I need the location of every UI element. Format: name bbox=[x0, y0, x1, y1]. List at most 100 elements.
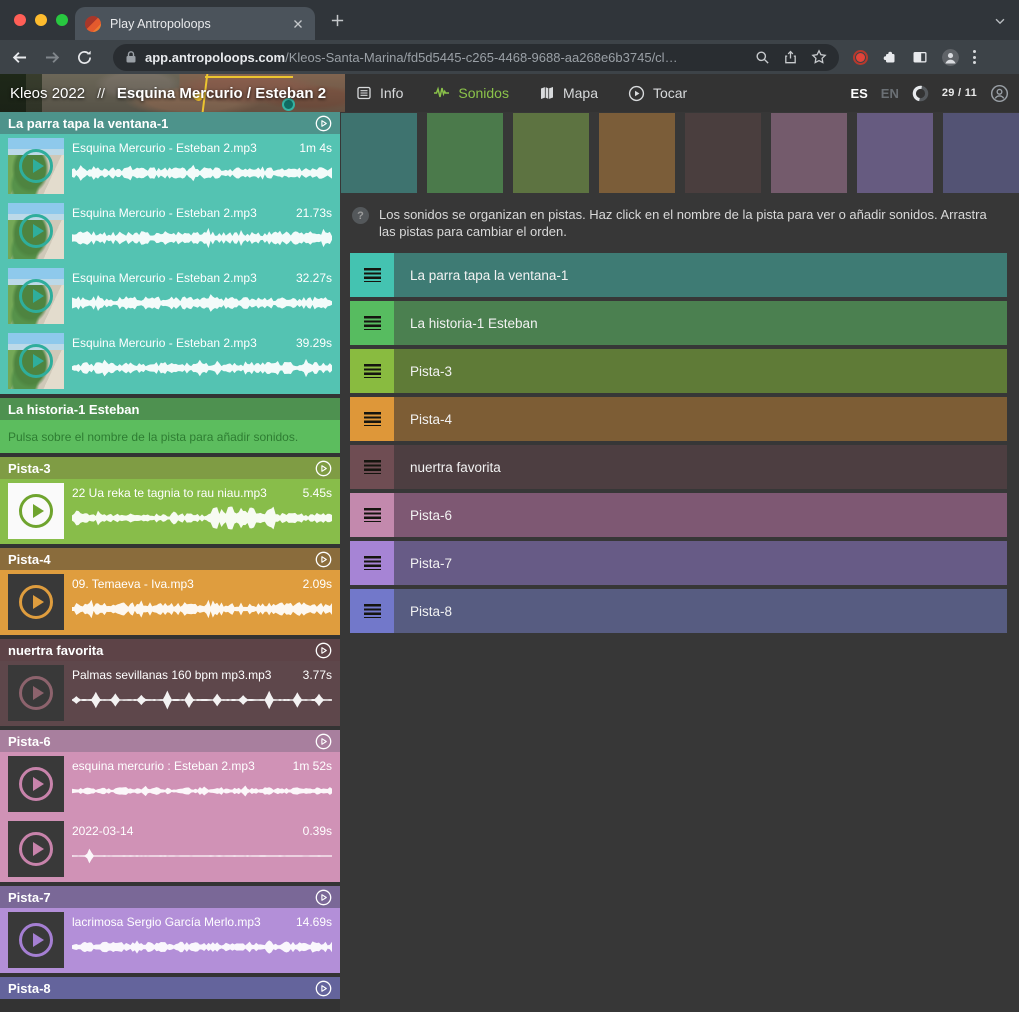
sound-clip[interactable]: 09. Temaeva - Iva.mp32.09s bbox=[0, 570, 340, 635]
drag-handle[interactable] bbox=[350, 493, 394, 537]
browser-menu-icon[interactable] bbox=[973, 50, 976, 64]
track-row-bar[interactable]: Pista-6 bbox=[394, 493, 1007, 537]
track-row-bar[interactable]: La parra tapa la ventana-1 bbox=[394, 253, 1007, 297]
track-row[interactable]: Pista-8 bbox=[350, 589, 1007, 633]
track-row-bar[interactable]: nuertra favorita bbox=[394, 445, 1007, 489]
sidebar-track-header[interactable]: Pista-8 bbox=[0, 977, 340, 999]
clip-play-icon[interactable] bbox=[19, 923, 53, 957]
track-play-button[interactable] bbox=[315, 889, 332, 906]
clip-play-icon[interactable] bbox=[19, 344, 53, 378]
clip-play-icon[interactable] bbox=[19, 149, 53, 183]
drag-handle[interactable] bbox=[350, 349, 394, 393]
language-en[interactable]: EN bbox=[881, 86, 899, 101]
drag-handle[interactable] bbox=[350, 253, 394, 297]
drag-handle[interactable] bbox=[350, 397, 394, 441]
breadcrumb-project[interactable]: Kleos 2022 bbox=[10, 85, 85, 102]
clip-thumbnail[interactable] bbox=[8, 333, 64, 389]
track-row[interactable]: Pista-6 bbox=[350, 493, 1007, 537]
sound-clip[interactable]: Palmas sevillanas 160 bpm mp3.mp33.77s bbox=[0, 661, 340, 726]
clip-thumbnail[interactable] bbox=[8, 138, 64, 194]
profile-avatar[interactable] bbox=[942, 49, 959, 66]
new-tab-button[interactable] bbox=[330, 13, 345, 28]
drag-handle[interactable] bbox=[350, 301, 394, 345]
back-button[interactable] bbox=[10, 48, 29, 67]
sound-clip[interactable]: lacrimosa Sergio García Merlo.mp314.69s bbox=[0, 908, 340, 973]
sidebar-track-header[interactable]: nuertra favorita bbox=[0, 639, 340, 661]
reload-button[interactable] bbox=[76, 49, 93, 66]
drag-handle[interactable] bbox=[350, 445, 394, 489]
clip-thumbnail[interactable] bbox=[8, 483, 64, 539]
side-panel-icon[interactable] bbox=[912, 49, 928, 65]
minimize-window-button[interactable] bbox=[35, 14, 47, 26]
bookmark-star-icon[interactable] bbox=[811, 49, 827, 65]
share-icon[interactable] bbox=[783, 50, 798, 65]
url-text: app.antropoloops.com/Kleos-Santa-Marina/… bbox=[145, 50, 747, 65]
zoom-icon[interactable] bbox=[755, 50, 770, 65]
clip-play-icon[interactable] bbox=[19, 676, 53, 710]
track-row-bar[interactable]: Pista-7 bbox=[394, 541, 1007, 585]
drag-handle[interactable] bbox=[350, 589, 394, 633]
close-window-button[interactable] bbox=[14, 14, 26, 26]
sidebar-track-header[interactable]: La parra tapa la ventana-1 bbox=[0, 112, 340, 134]
sound-clip[interactable]: Esquina Mercurio - Esteban 2.mp31m 4s bbox=[0, 134, 340, 199]
sidebar-track-header[interactable]: La historia-1 Esteban bbox=[0, 398, 340, 420]
track-row[interactable]: La historia-1 Esteban bbox=[350, 301, 1007, 345]
clip-play-icon[interactable] bbox=[19, 767, 53, 801]
track-row-bar[interactable]: Pista-8 bbox=[394, 589, 1007, 633]
clip-thumbnail[interactable] bbox=[8, 203, 64, 259]
sidebar-track-header[interactable]: Pista-4 bbox=[0, 548, 340, 570]
clip-thumbnail[interactable] bbox=[8, 574, 64, 630]
forward-button[interactable] bbox=[43, 48, 62, 67]
play-triangle-icon bbox=[33, 686, 44, 700]
sidebar-track-header[interactable]: Pista-7 bbox=[0, 886, 340, 908]
sound-clip[interactable]: Esquina Mercurio - Esteban 2.mp339.29s bbox=[0, 329, 340, 394]
clip-thumbnail[interactable] bbox=[8, 665, 64, 721]
browser-tab[interactable]: Play Antropoloops bbox=[75, 7, 315, 40]
lock-icon[interactable] bbox=[125, 50, 137, 64]
sound-clip[interactable]: esquina mercurio : Esteban 2.mp31m 52s bbox=[0, 752, 340, 817]
track-play-button[interactable] bbox=[315, 551, 332, 568]
clip-thumbnail[interactable] bbox=[8, 756, 64, 812]
track-row[interactable]: Pista-7 bbox=[350, 541, 1007, 585]
clip-thumbnail[interactable] bbox=[8, 268, 64, 324]
track-row-bar[interactable]: Pista-4 bbox=[394, 397, 1007, 441]
clip-thumbnail[interactable] bbox=[8, 912, 64, 968]
nav-tab-tocar[interactable]: Tocar bbox=[628, 85, 687, 102]
track-play-button[interactable] bbox=[315, 115, 332, 132]
track-row[interactable]: nuertra favorita bbox=[350, 445, 1007, 489]
address-bar[interactable]: app.antropoloops.com/Kleos-Santa-Marina/… bbox=[113, 44, 839, 71]
clip-play-icon[interactable] bbox=[19, 832, 53, 866]
recording-indicator-icon[interactable] bbox=[853, 50, 868, 65]
nav-tab-mapa[interactable]: Mapa bbox=[539, 85, 598, 101]
track-play-button[interactable] bbox=[315, 733, 332, 750]
sound-clip[interactable]: Esquina Mercurio - Esteban 2.mp321.73s bbox=[0, 199, 340, 264]
track-play-button[interactable] bbox=[315, 460, 332, 477]
nav-tab-info[interactable]: Info bbox=[356, 85, 403, 101]
macos-window-controls bbox=[14, 14, 68, 26]
clip-thumbnail[interactable] bbox=[8, 821, 64, 877]
track-row[interactable]: La parra tapa la ventana-1 bbox=[350, 253, 1007, 297]
clip-play-icon[interactable] bbox=[19, 214, 53, 248]
fullscreen-window-button[interactable] bbox=[56, 14, 68, 26]
track-row[interactable]: Pista-4 bbox=[350, 397, 1007, 441]
tab-close-icon[interactable] bbox=[291, 17, 305, 31]
language-es[interactable]: ES bbox=[850, 86, 867, 101]
sidebar-track-header[interactable]: Pista-6 bbox=[0, 730, 340, 752]
drag-handle[interactable] bbox=[350, 541, 394, 585]
clip-play-icon[interactable] bbox=[19, 494, 53, 528]
clip-play-icon[interactable] bbox=[19, 279, 53, 313]
sound-clip[interactable]: 22 Ua reka te tagnia to rau niau.mp35.45… bbox=[0, 479, 340, 544]
sidebar-track-header[interactable]: Pista-3 bbox=[0, 457, 340, 479]
account-icon[interactable] bbox=[990, 84, 1009, 103]
track-play-button[interactable] bbox=[315, 980, 332, 997]
track-row-bar[interactable]: Pista-3 bbox=[394, 349, 1007, 393]
nav-tab-sonidos[interactable]: Sonidos bbox=[433, 85, 509, 101]
track-play-button[interactable] bbox=[315, 642, 332, 659]
tab-search-chevron-icon[interactable] bbox=[993, 14, 1007, 28]
sound-clip[interactable]: Esquina Mercurio - Esteban 2.mp332.27s bbox=[0, 264, 340, 329]
sound-clip[interactable]: 2022-03-140.39s bbox=[0, 817, 340, 882]
track-row[interactable]: Pista-3 bbox=[350, 349, 1007, 393]
track-row-bar[interactable]: La historia-1 Esteban bbox=[394, 301, 1007, 345]
clip-play-icon[interactable] bbox=[19, 585, 53, 619]
extensions-puzzle-icon[interactable] bbox=[882, 49, 898, 65]
